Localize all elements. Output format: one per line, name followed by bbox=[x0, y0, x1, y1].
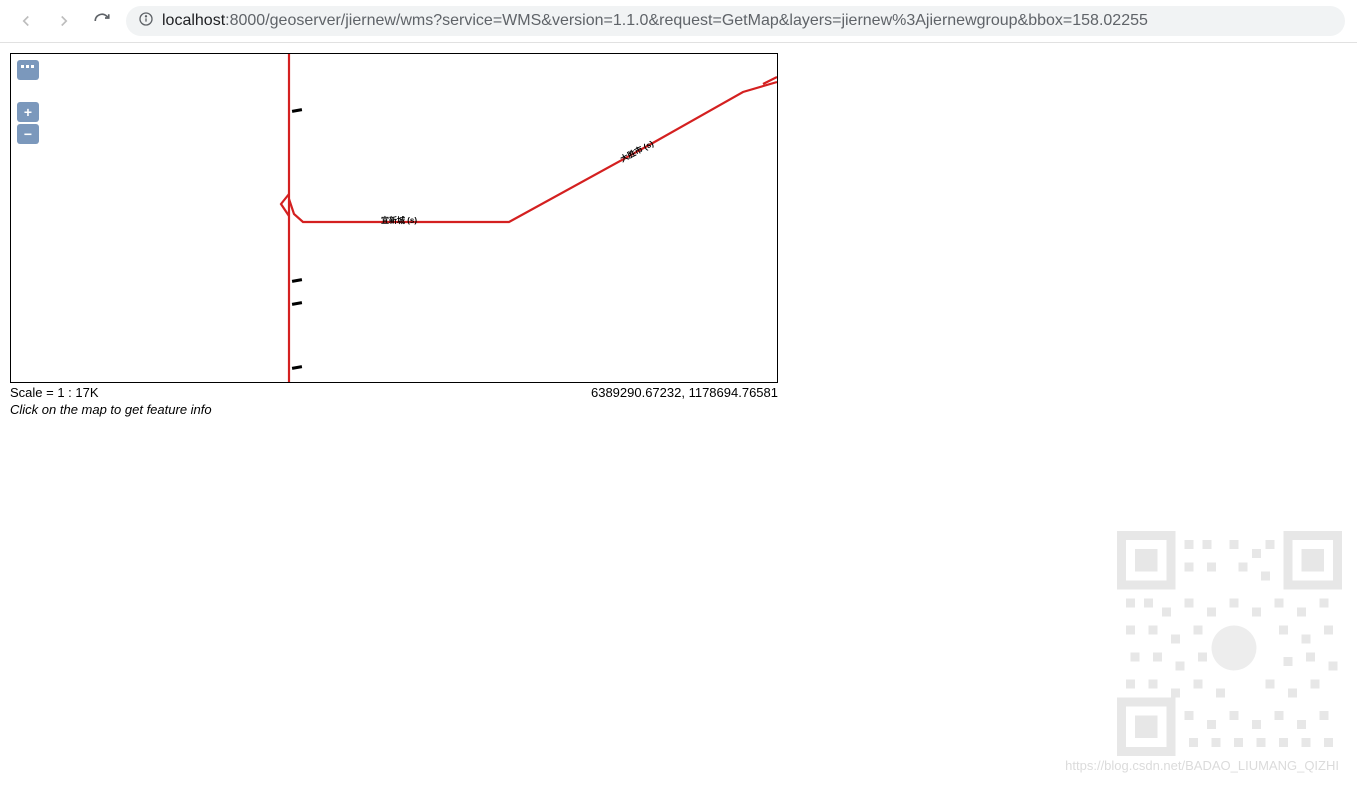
map-viewport[interactable]: 宜新城 (s) 大胜市 (s) + − bbox=[10, 53, 778, 383]
feature-label: 宜新城 (s) bbox=[381, 215, 417, 226]
page-content: 宜新城 (s) 大胜市 (s) + − Scale = 1 : 17K 6389… bbox=[0, 43, 1357, 427]
back-button[interactable] bbox=[12, 7, 40, 35]
url-text: localhost:8000/geoserver/jiernew/wms?ser… bbox=[162, 12, 1333, 30]
watermark-text: https://blog.csdn.net/BADAO_LIUMANG_QIZH… bbox=[1065, 758, 1339, 773]
zoom-in-button[interactable]: + bbox=[17, 102, 39, 122]
map-status-bar: Scale = 1 : 17K 6389290.67232, 1178694.7… bbox=[10, 383, 778, 400]
map-hint-text: Click on the map to get feature info bbox=[10, 400, 1347, 417]
zoom-out-button[interactable]: − bbox=[17, 124, 39, 144]
forward-button[interactable] bbox=[50, 7, 78, 35]
coordinates-text: 6389290.67232, 1178694.76581 bbox=[591, 385, 778, 400]
qr-code-watermark bbox=[1117, 531, 1342, 776]
scale-text: Scale = 1 : 17K bbox=[10, 385, 99, 400]
layer-toggle-button[interactable] bbox=[17, 60, 39, 80]
reload-button[interactable] bbox=[88, 7, 116, 35]
address-bar[interactable]: localhost:8000/geoserver/jiernew/wms?ser… bbox=[126, 6, 1345, 36]
info-icon bbox=[138, 11, 154, 32]
browser-toolbar: localhost:8000/geoserver/jiernew/wms?ser… bbox=[0, 0, 1357, 43]
